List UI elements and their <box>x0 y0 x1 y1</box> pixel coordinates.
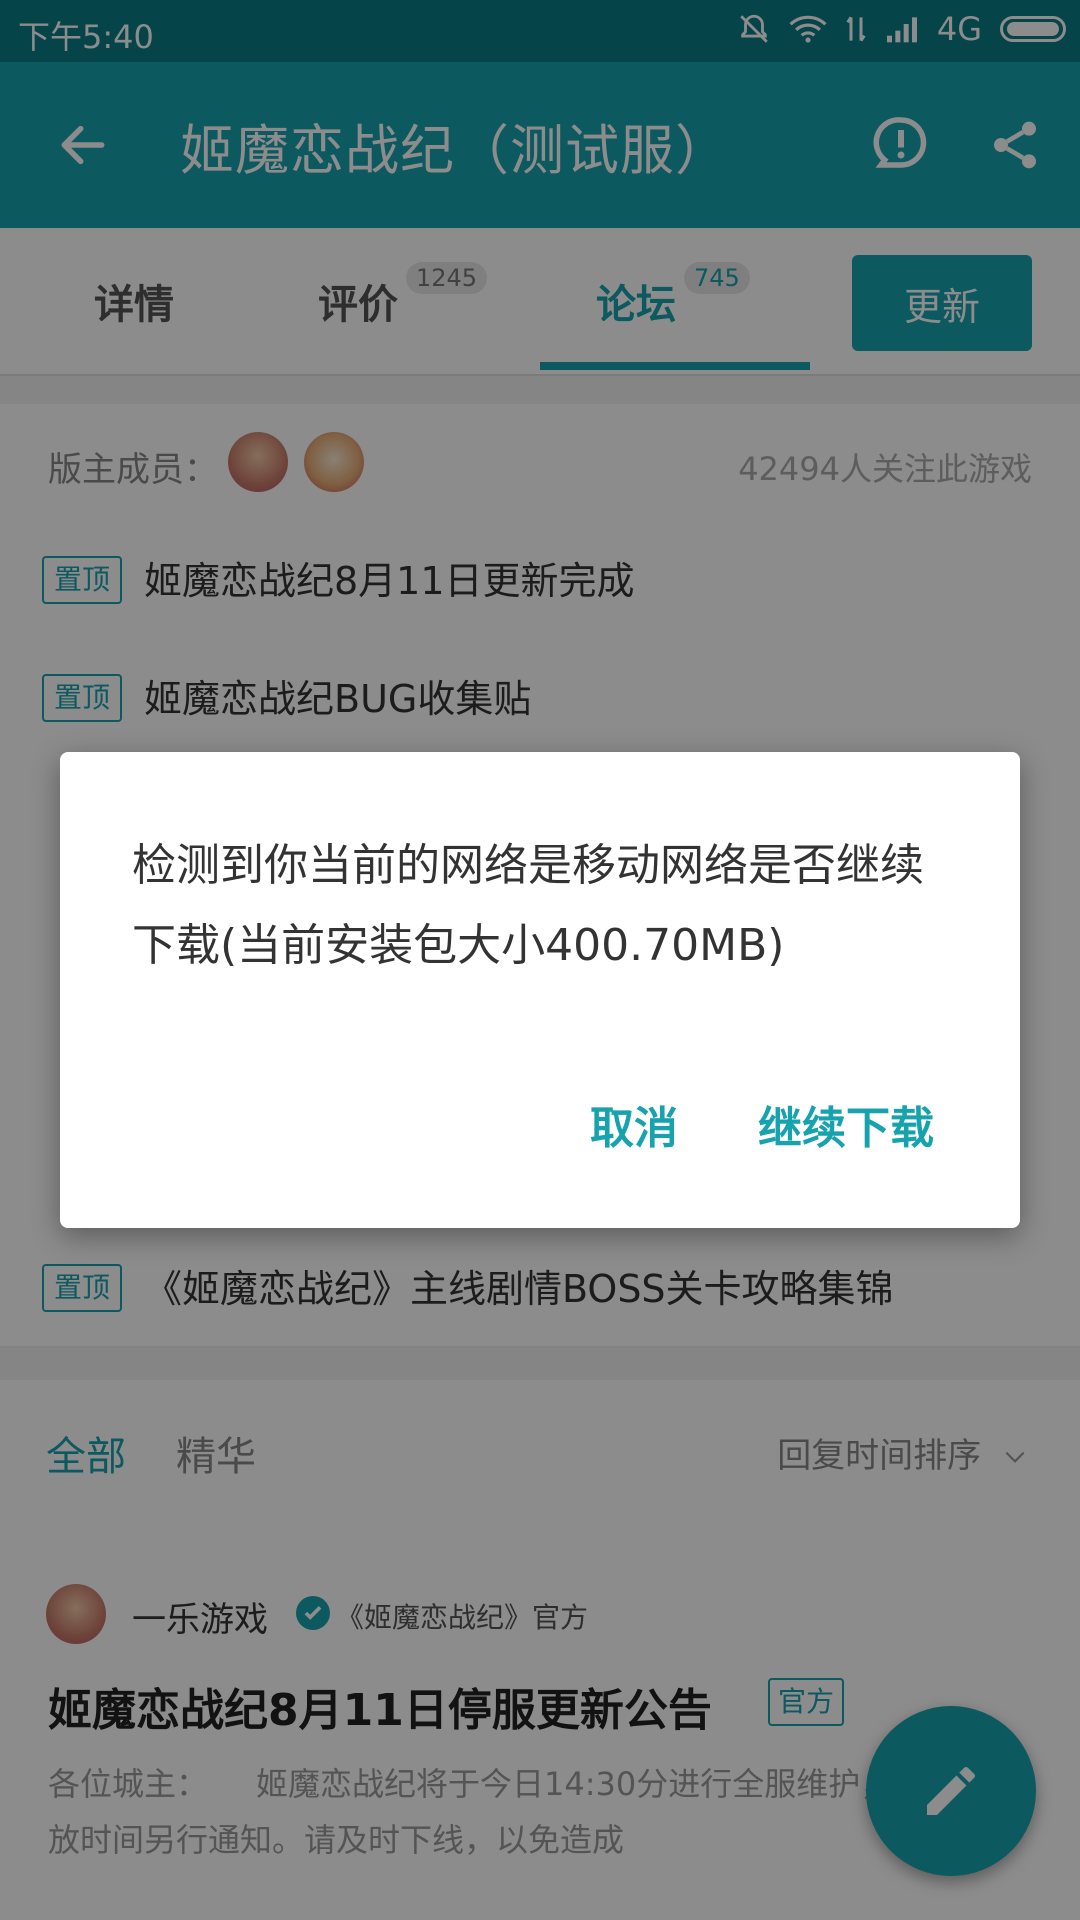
cancel-button[interactable]: 取消 <box>590 1092 678 1156</box>
network-warning-dialog: 检测到你当前的网络是移动网络是否继续下载(当前安装包大小400.70MB) 取消… <box>60 752 1020 1228</box>
continue-download-button[interactable]: 继续下载 <box>758 1092 934 1156</box>
dialog-message: 检测到你当前的网络是移动网络是否继续下载(当前安装包大小400.70MB) <box>132 840 924 971</box>
